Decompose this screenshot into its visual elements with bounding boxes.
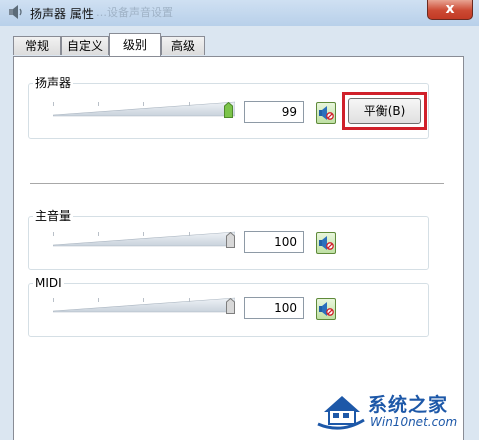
slider-tick xyxy=(143,102,144,106)
watermark: 系统之家 Win10net.com xyxy=(312,384,479,440)
slider-track xyxy=(53,101,235,117)
slider-tick xyxy=(53,102,54,106)
slider-track xyxy=(53,297,235,313)
slider-tick xyxy=(98,232,99,236)
tab-custom[interactable]: 自定义 xyxy=(61,36,109,55)
faded-title-text: …设备声音设置 xyxy=(96,6,173,19)
slider-tick xyxy=(143,232,144,236)
close-button[interactable]: x xyxy=(427,0,473,20)
window-title: 扬声器 属性 xyxy=(30,7,94,21)
master-volume-label: 主音量 xyxy=(33,209,74,223)
slider-tick xyxy=(143,298,144,302)
slider-track xyxy=(53,231,235,247)
watermark-url: Win10net.com xyxy=(370,415,458,429)
speaker-volume-slider[interactable] xyxy=(53,101,235,118)
midi-volume-slider[interactable] xyxy=(53,297,235,314)
watermark-name: 系统之家 xyxy=(368,394,449,416)
slider-tick xyxy=(98,102,99,106)
master-volume-slider[interactable] xyxy=(53,231,235,248)
slider-tick xyxy=(53,298,54,302)
speaker-mute-icon xyxy=(319,106,334,120)
balance-button-highlight xyxy=(342,92,427,130)
close-icon: x xyxy=(445,1,455,17)
speaker-level-input[interactable]: 99 xyxy=(244,101,304,123)
slider-thumb[interactable] xyxy=(224,102,233,118)
slider-tick xyxy=(53,232,54,236)
slider-thumb[interactable] xyxy=(226,232,235,248)
slider-thumb[interactable] xyxy=(226,298,235,314)
midi-mute-button[interactable] xyxy=(316,298,336,320)
speaker-mute-button[interactable] xyxy=(316,102,336,124)
speaker-label: 扬声器 xyxy=(33,76,74,90)
tab-general[interactable]: 常规 xyxy=(13,36,61,55)
master-level-input[interactable]: 100 xyxy=(244,231,304,253)
midi-label: MIDI xyxy=(33,276,64,290)
slider-tick xyxy=(189,298,190,302)
master-mute-button[interactable] xyxy=(316,232,336,254)
speaker-mute-icon xyxy=(319,302,334,316)
slider-tick xyxy=(98,298,99,302)
midi-level-input[interactable]: 100 xyxy=(244,297,304,319)
section-divider xyxy=(30,183,444,185)
house-logo-icon xyxy=(317,396,365,430)
slider-tick xyxy=(189,102,190,106)
speaker-mute-icon xyxy=(319,236,334,250)
title-bar[interactable]: 扬声器 属性 …设备声音设置 x xyxy=(0,0,479,26)
speaker-icon xyxy=(8,4,24,20)
tab-levels[interactable]: 级别 xyxy=(109,33,161,56)
tab-advanced[interactable]: 高级 xyxy=(161,36,205,55)
slider-tick xyxy=(189,232,190,236)
